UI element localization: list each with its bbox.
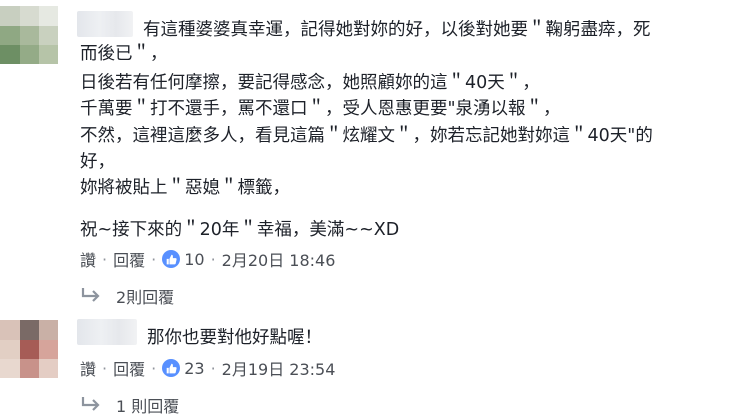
commenter-avatar-blurred[interactable] (0, 6, 58, 64)
commenter-name-blurred[interactable] (77, 11, 133, 37)
separator-dot: · (151, 249, 157, 269)
replies-count-label[interactable]: 1 則回覆 (116, 393, 179, 417)
separator-dot: · (102, 249, 108, 269)
reply-arrow-icon (81, 397, 100, 411)
like-link[interactable]: 讚 (80, 356, 96, 380)
separator-dot: · (151, 358, 157, 378)
commenter-avatar-blurred[interactable] (0, 320, 58, 378)
like-count[interactable]: 10 (184, 250, 204, 269)
view-replies-link[interactable]: 2則回覆 (80, 284, 174, 308)
like-count[interactable]: 23 (184, 359, 204, 378)
comment-text-line: 祝~接下來的＂20年＂幸福，美滿~~XD (80, 220, 400, 240)
separator-dot: · (210, 249, 216, 269)
comment-text-line: 那你也要對他好點喔！ (147, 328, 322, 348)
comment-text-line: 有這種婆婆真幸運，記得她對妳的好，以後對她要＂鞠躬盡瘁，死 (143, 20, 651, 40)
like-link[interactable]: 讚 (80, 247, 96, 271)
separator-dot: · (210, 358, 216, 378)
comment-timestamp[interactable]: 2月19日 23:54 (222, 356, 336, 380)
comment-text-line: 而後已＂， (80, 44, 168, 64)
reply-link[interactable]: 回覆 (113, 247, 145, 271)
comment-text-line: 日後若有任何摩擦，要記得感念，她照顧妳的這＂40天＂， (80, 73, 540, 93)
thumbs-up-icon[interactable] (162, 250, 181, 268)
comment-timestamp[interactable]: 2月20日 18:46 (222, 247, 336, 271)
comment-text-line: 千萬要＂打不還手，罵不還口＂，受人恩惠更要"泉湧以報＂， (80, 99, 561, 119)
comment-text-line: 不然，這裡這麼多人，看見這篇＂炫耀文＂，妳若忘記她對妳這＂40天"的 (80, 126, 653, 146)
reply-link[interactable]: 回覆 (113, 356, 145, 380)
thumbs-up-icon[interactable] (162, 359, 181, 377)
commenter-name-blurred[interactable] (77, 319, 137, 345)
comment-actions: 讚 · 回覆 · 10 · 2月20日 18:46 (80, 247, 335, 271)
separator-dot: · (102, 358, 108, 378)
comment-text-line: 妳將被貼上＂惡媳＂標籤， (80, 178, 290, 198)
reply-arrow-icon (81, 288, 100, 302)
replies-count-label[interactable]: 2則回覆 (116, 284, 174, 308)
comment-text-line: 好， (80, 152, 115, 172)
view-replies-link[interactable]: 1 則回覆 (80, 393, 179, 417)
comment-actions: 讚 · 回覆 · 23 · 2月19日 23:54 (80, 356, 335, 380)
